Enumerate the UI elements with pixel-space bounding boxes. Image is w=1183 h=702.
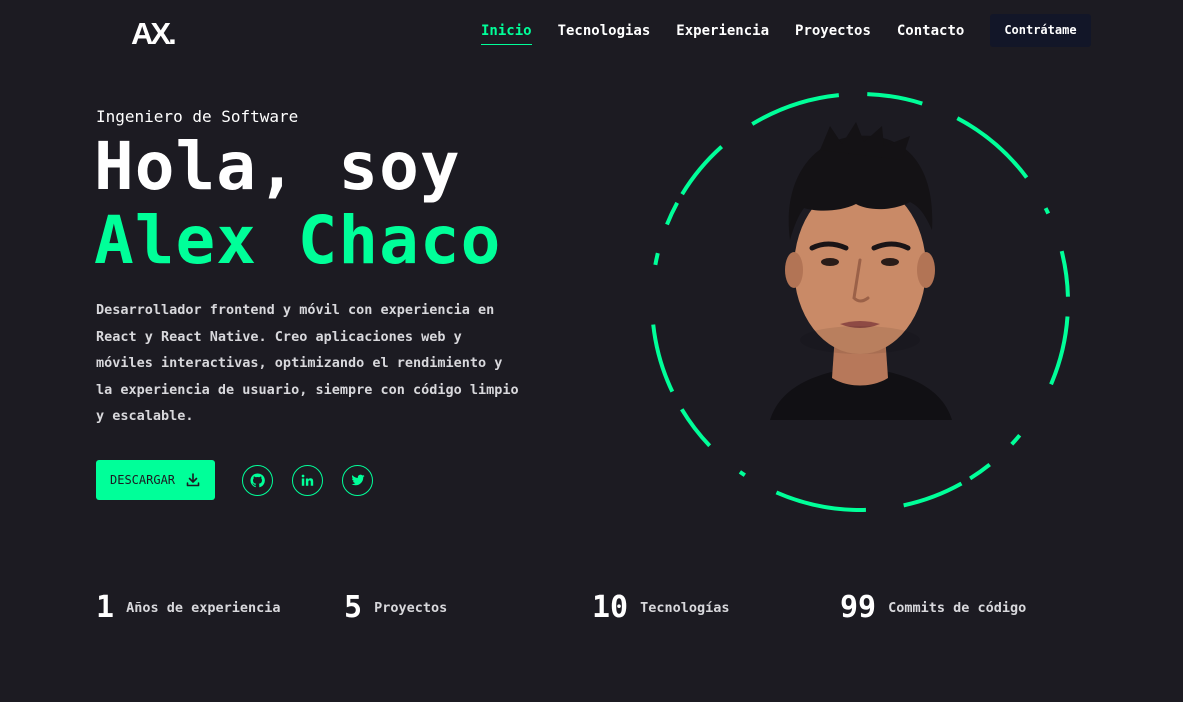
hero-role: Ingeniero de Software [96, 107, 299, 126]
svg-text:AX.: AX. [131, 17, 175, 47]
nav-item-tecnologias[interactable]: Tecnologias [558, 17, 651, 45]
hero-name: Alex Chaco [94, 202, 502, 279]
download-label: DESCARGAR [110, 473, 176, 487]
cta-row: DESCARGAR [96, 460, 392, 500]
download-cv-button[interactable]: DESCARGAR [96, 460, 216, 500]
nav-item-experiencia[interactable]: Experiencia [676, 17, 769, 45]
hire-me-button[interactable]: Contrátame [990, 14, 1091, 47]
stat-commits: 99 Commits de código [840, 590, 1088, 625]
stat-technologies: 10 Tecnologías [592, 590, 840, 625]
linkedin-link[interactable] [292, 464, 324, 496]
hero-title: Hola, soy Alex Chaco [94, 130, 501, 278]
hero-greeting: Hola, soy [94, 128, 461, 205]
page: AX. Inicio Tecnologias Experiencia Proye… [0, 0, 1183, 702]
nav-item-proyectos[interactable]: Proyectos [795, 17, 871, 45]
nav-item-inicio[interactable]: Inicio [481, 17, 532, 45]
github-link[interactable] [242, 464, 274, 496]
stat-label: Años de experiencia [126, 599, 281, 616]
main-nav: Inicio Tecnologias Experiencia Proyectos… [481, 14, 1091, 47]
nav-item-contacto[interactable]: Contacto [897, 17, 964, 45]
twitter-icon [350, 474, 365, 486]
stat-value: 5 [344, 590, 363, 625]
stat-value: 1 [96, 590, 115, 625]
download-icon [186, 473, 200, 487]
hero-description: Desarrollador frontend y móvil con exper… [96, 302, 519, 425]
logo[interactable]: AX. [131, 17, 199, 47]
portrait [648, 90, 1072, 514]
stat-label: Proyectos [374, 599, 448, 616]
stat-experience: 1 Años de experiencia [96, 590, 344, 625]
github-icon [250, 472, 265, 487]
linkedin-icon [301, 474, 314, 486]
stat-value: 99 [840, 590, 877, 625]
stat-label: Tecnologías [640, 599, 730, 616]
stats-row: 1 Años de experiencia 5 Proyectos 10 Tec… [96, 590, 1088, 625]
stat-projects: 5 Proyectos [344, 590, 592, 625]
twitter-link[interactable] [342, 464, 374, 496]
profile-photo [770, 122, 952, 420]
stat-label: Commits de código [888, 599, 1027, 616]
stat-value: 10 [592, 590, 629, 625]
